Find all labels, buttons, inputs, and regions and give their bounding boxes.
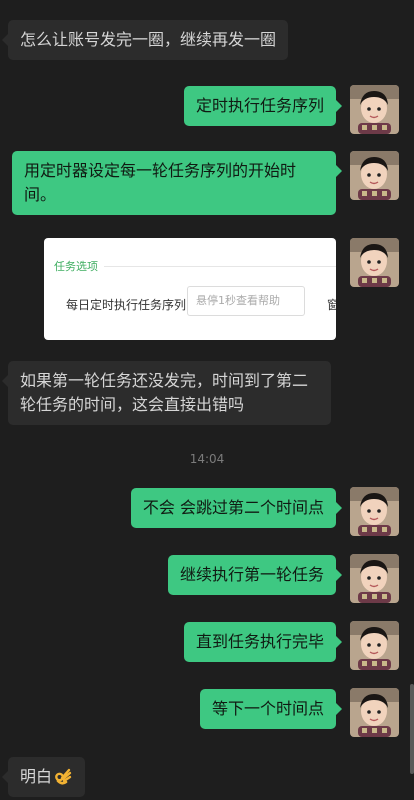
avatar[interactable]: [350, 554, 399, 603]
image-message-screenshot[interactable]: 任务选项 每日定时执行任务序列 悬停1秒查看帮助 窗: [44, 238, 336, 340]
chat-window: 怎么让账号发完一圈，继续再发一圈 定时执行任务序列 用定时器设定每一轮任务序列的…: [0, 0, 414, 800]
message-outgoing[interactable]: 用定时器设定每一轮任务序列的开始时间。: [12, 151, 342, 215]
section-title: 任务选项: [54, 260, 98, 273]
message-incoming[interactable]: 怎么让账号发完一圈，继续再发一圈: [1, 20, 289, 60]
avatar-photo-icon: [350, 151, 399, 200]
avatar-photo-icon: [350, 238, 399, 287]
message-outgoing[interactable]: 等下一个时间点: [199, 689, 343, 729]
field-label: 每日定时执行任务序列: [66, 298, 187, 312]
message-outgoing[interactable]: 不会 会跳过第二个时间点: [130, 488, 343, 528]
avatar-photo-icon: [350, 554, 399, 603]
ok-hand-emoji-icon: [55, 768, 72, 785]
scrollbar-thumb[interactable]: [410, 684, 414, 774]
avatar[interactable]: [350, 238, 399, 287]
message-incoming[interactable]: 明白: [1, 757, 86, 797]
avatar[interactable]: [350, 621, 399, 670]
cut-off-label: 窗: [327, 298, 336, 312]
avatar[interactable]: [350, 487, 399, 536]
message-incoming[interactable]: 如果第一轮任务还没发完，时间到了第二轮任务的时间，这会直接出错吗: [2, 361, 331, 425]
avatar[interactable]: [350, 85, 399, 134]
avatar-photo-icon: [350, 688, 399, 737]
avatar[interactable]: [350, 151, 399, 200]
timestamp: 14:04: [189, 452, 225, 466]
divider: [104, 266, 336, 267]
avatar[interactable]: [350, 688, 399, 737]
message-text: 明白: [20, 767, 53, 786]
avatar-photo-icon: [350, 487, 399, 536]
schedule-input: 悬停1秒查看帮助: [187, 286, 305, 316]
avatar-photo-icon: [350, 85, 399, 134]
avatar-photo-icon: [350, 621, 399, 670]
message-outgoing[interactable]: 直到任务执行完毕: [183, 622, 343, 662]
message-outgoing[interactable]: 继续执行第一轮任务: [167, 555, 343, 595]
message-outgoing[interactable]: 定时执行任务序列: [183, 86, 343, 126]
